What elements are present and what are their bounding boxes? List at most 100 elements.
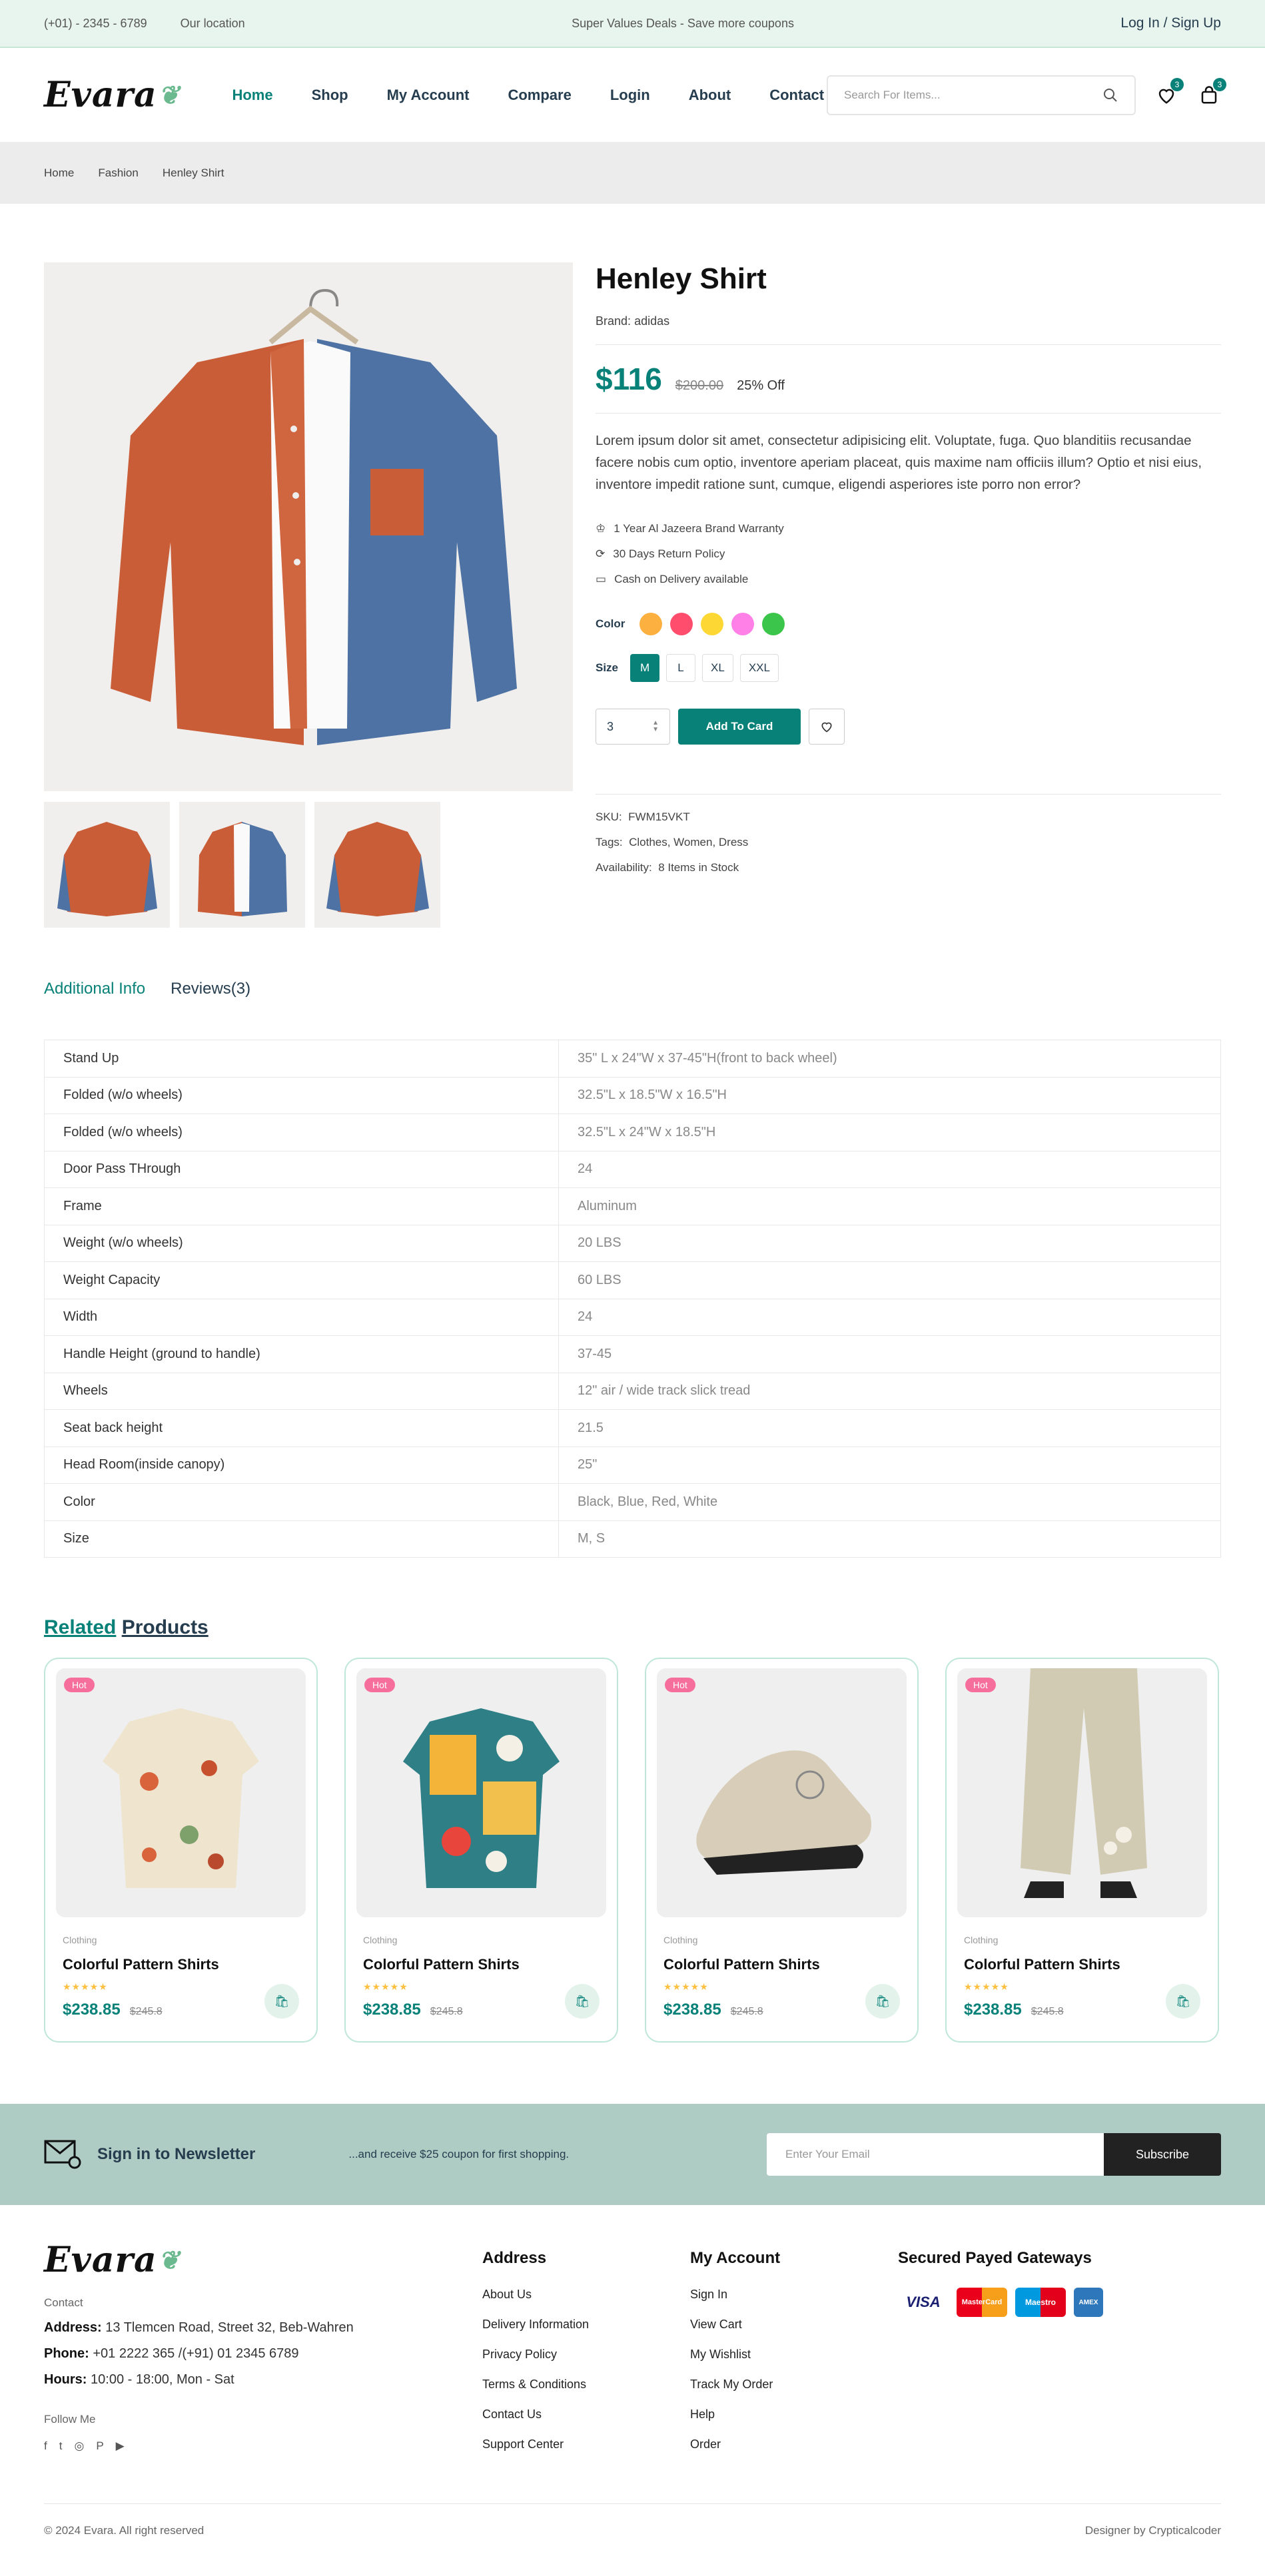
tags-value[interactable]: Clothes, Women, Dress: [629, 836, 748, 848]
brand-link[interactable]: adidas: [634, 314, 669, 328]
footer-contact-column: Evara ❦ Contact Address: 13 Tlemcen Road,…: [44, 2240, 482, 2467]
quantity-value: 3: [607, 719, 614, 733]
nav-compare[interactable]: Compare: [508, 87, 571, 104]
email-field[interactable]: Enter Your Email: [767, 2133, 1104, 2176]
footer: Evara ❦ Contact Address: 13 Tlemcen Road,…: [0, 2240, 1265, 2467]
youtube-icon[interactable]: ▶: [116, 2439, 125, 2453]
nav-contact[interactable]: Contact: [769, 87, 824, 104]
product-card-name[interactable]: Colorful Pattern Shirts: [663, 1956, 907, 1973]
topbar-phone: (+01) - 2345 - 6789: [44, 16, 147, 30]
product-card-category[interactable]: Clothing: [964, 1935, 1207, 1945]
product-card-name[interactable]: Colorful Pattern Shirts: [63, 1956, 306, 1973]
footer-link-contact[interactable]: Contact Us: [482, 2408, 690, 2421]
quantity-stepper[interactable]: 3 ▲ ▼: [596, 709, 670, 745]
footer-link-delivery[interactable]: Delivery Information: [482, 2318, 690, 2332]
product-card-category[interactable]: Clothing: [363, 1935, 606, 1945]
color-swatch-orange[interactable]: [639, 613, 663, 635]
nav-my-account[interactable]: My Account: [387, 87, 470, 104]
add-to-cart-button[interactable]: Add To Card: [678, 709, 801, 745]
pinterest-icon[interactable]: P: [96, 2439, 103, 2453]
footer-link-support[interactable]: Support Center: [482, 2437, 690, 2451]
spec-row: Width 24: [44, 1298, 1221, 1336]
size-option-m[interactable]: M: [630, 654, 660, 682]
card-add-to-cart-button[interactable]: 🛍: [1166, 1984, 1200, 2019]
footer-link-signin[interactable]: Sign In: [690, 2288, 898, 2302]
footer-link-order[interactable]: Order: [690, 2437, 898, 2451]
footer-link-track[interactable]: Track My Order: [690, 2378, 898, 2392]
site-logo[interactable]: Evara ❦: [44, 75, 180, 115]
spec-row: Weight Capacity 60 LBS: [44, 1261, 1221, 1299]
size-option-l[interactable]: L: [666, 654, 696, 682]
footer-address: Address: 13 Tlemcen Road, Street 32, Beb…: [44, 2320, 482, 2336]
nav-about[interactable]: About: [689, 87, 731, 104]
facebook-icon[interactable]: f: [44, 2439, 47, 2453]
thumbnail-2[interactable]: [179, 802, 305, 928]
login-signup-link[interactable]: Log In / Sign Up: [1120, 15, 1221, 31]
thumbnail-1[interactable]: [44, 802, 170, 928]
add-to-wishlist-button[interactable]: [809, 709, 845, 745]
product-card-image[interactable]: Hot: [957, 1668, 1207, 1917]
size-option-xxl[interactable]: XXL: [739, 654, 779, 682]
product-main-image[interactable]: [44, 262, 573, 791]
logo-text: Evara: [44, 75, 157, 115]
color-swatch-pink[interactable]: [731, 613, 755, 635]
product-card[interactable]: Hot Clothing Colorful Pattern Shirts ★★★…: [344, 1658, 618, 2043]
subscribe-button[interactable]: Subscribe: [1104, 2133, 1221, 2176]
footer-link-wishlist[interactable]: My Wishlist: [690, 2348, 898, 2362]
nav-home[interactable]: Home: [232, 87, 272, 104]
footer-phone: Phone: +01 2222 365 /(+91) 01 2345 6789: [44, 2346, 482, 2362]
footer-link-about[interactable]: About Us: [482, 2288, 690, 2302]
stepper-arrows-icon[interactable]: ▲ ▼: [652, 720, 659, 733]
nav-shop[interactable]: Shop: [312, 87, 348, 104]
product-card[interactable]: Hot Clothing Colorful Pattern Shirts ★★★…: [645, 1658, 919, 2043]
hot-badge: Hot: [965, 1678, 996, 1692]
card-add-to-cart-button[interactable]: 🛍: [264, 1984, 299, 2019]
feature-text: 1 Year Al Jazeera Brand Warranty: [614, 522, 784, 535]
spec-row: Head Room(inside canopy) 25": [44, 1446, 1221, 1484]
color-swatch-green[interactable]: [762, 613, 785, 635]
product-card[interactable]: Hot Clothing Colorful Pattern Shirts ★★★…: [945, 1658, 1219, 2043]
size-option-xl[interactable]: XL: [702, 654, 733, 682]
cart-button[interactable]: 3: [1197, 77, 1226, 107]
tab-additional-info[interactable]: Additional Info: [44, 980, 145, 998]
designer-credit[interactable]: Designer by Crypticalcoder: [1085, 2524, 1221, 2567]
spec-row: Stand Up 35" L x 24"W x 37-45"H(front to …: [44, 1040, 1221, 1078]
instagram-icon[interactable]: ◎: [74, 2439, 84, 2453]
footer-link-cart[interactable]: View Cart: [690, 2318, 898, 2332]
product-card-image[interactable]: Hot: [356, 1668, 606, 1917]
cart-icon: 🛍: [1175, 1994, 1191, 2008]
footer-logo[interactable]: Evara ❦: [44, 2240, 482, 2280]
breadcrumb-home[interactable]: Home: [44, 166, 74, 180]
newsletter-section: Sign in to Newsletter ...and receive $25…: [0, 2104, 1265, 2205]
spec-label: Folded (w/o wheels): [44, 1076, 559, 1114]
follow-label: Follow Me: [44, 2413, 96, 2425]
search-icon[interactable]: [1102, 87, 1118, 103]
product-card-image[interactable]: Hot: [56, 1668, 306, 1917]
hot-badge: Hot: [364, 1678, 395, 1692]
product-card-name[interactable]: Colorful Pattern Shirts: [363, 1956, 606, 1973]
visa-icon: VISA: [906, 2294, 941, 2310]
product-meta: SKU: FWM15VKT Tags: Clothes, Women, Dres…: [596, 810, 1221, 874]
tab-reviews[interactable]: Reviews(3): [171, 980, 250, 998]
twitter-icon[interactable]: t: [59, 2439, 63, 2453]
color-swatch-yellow[interactable]: [701, 613, 724, 635]
spec-row: Color Black, Blue, Red, White: [44, 1483, 1221, 1521]
nav-login[interactable]: Login: [610, 87, 650, 104]
color-swatch-red[interactable]: [670, 613, 693, 635]
product-card-name[interactable]: Colorful Pattern Shirts: [964, 1956, 1207, 1973]
footer-link-privacy[interactable]: Privacy Policy: [482, 2348, 690, 2362]
wishlist-button[interactable]: 3: [1154, 77, 1184, 107]
card-old-price: $245.8: [430, 2006, 463, 2017]
card-add-to-cart-button[interactable]: 🛍: [565, 1984, 600, 2019]
topbar-location-link[interactable]: Our location: [181, 17, 245, 31]
product-card-category[interactable]: Clothing: [63, 1935, 306, 1945]
footer-link-terms[interactable]: Terms & Conditions: [482, 2378, 690, 2392]
thumbnail-3[interactable]: [314, 802, 440, 928]
card-add-to-cart-button[interactable]: 🛍: [865, 1984, 900, 2019]
breadcrumb-fashion[interactable]: Fashion: [98, 166, 138, 180]
footer-link-help[interactable]: Help: [690, 2408, 898, 2421]
product-card[interactable]: Hot Clothing Colorful Pattern Shirts ★★★…: [44, 1658, 318, 2043]
search-input[interactable]: Search For Items...: [827, 75, 1136, 115]
product-card-category[interactable]: Clothing: [663, 1935, 907, 1945]
product-card-image[interactable]: Hot: [657, 1668, 907, 1917]
